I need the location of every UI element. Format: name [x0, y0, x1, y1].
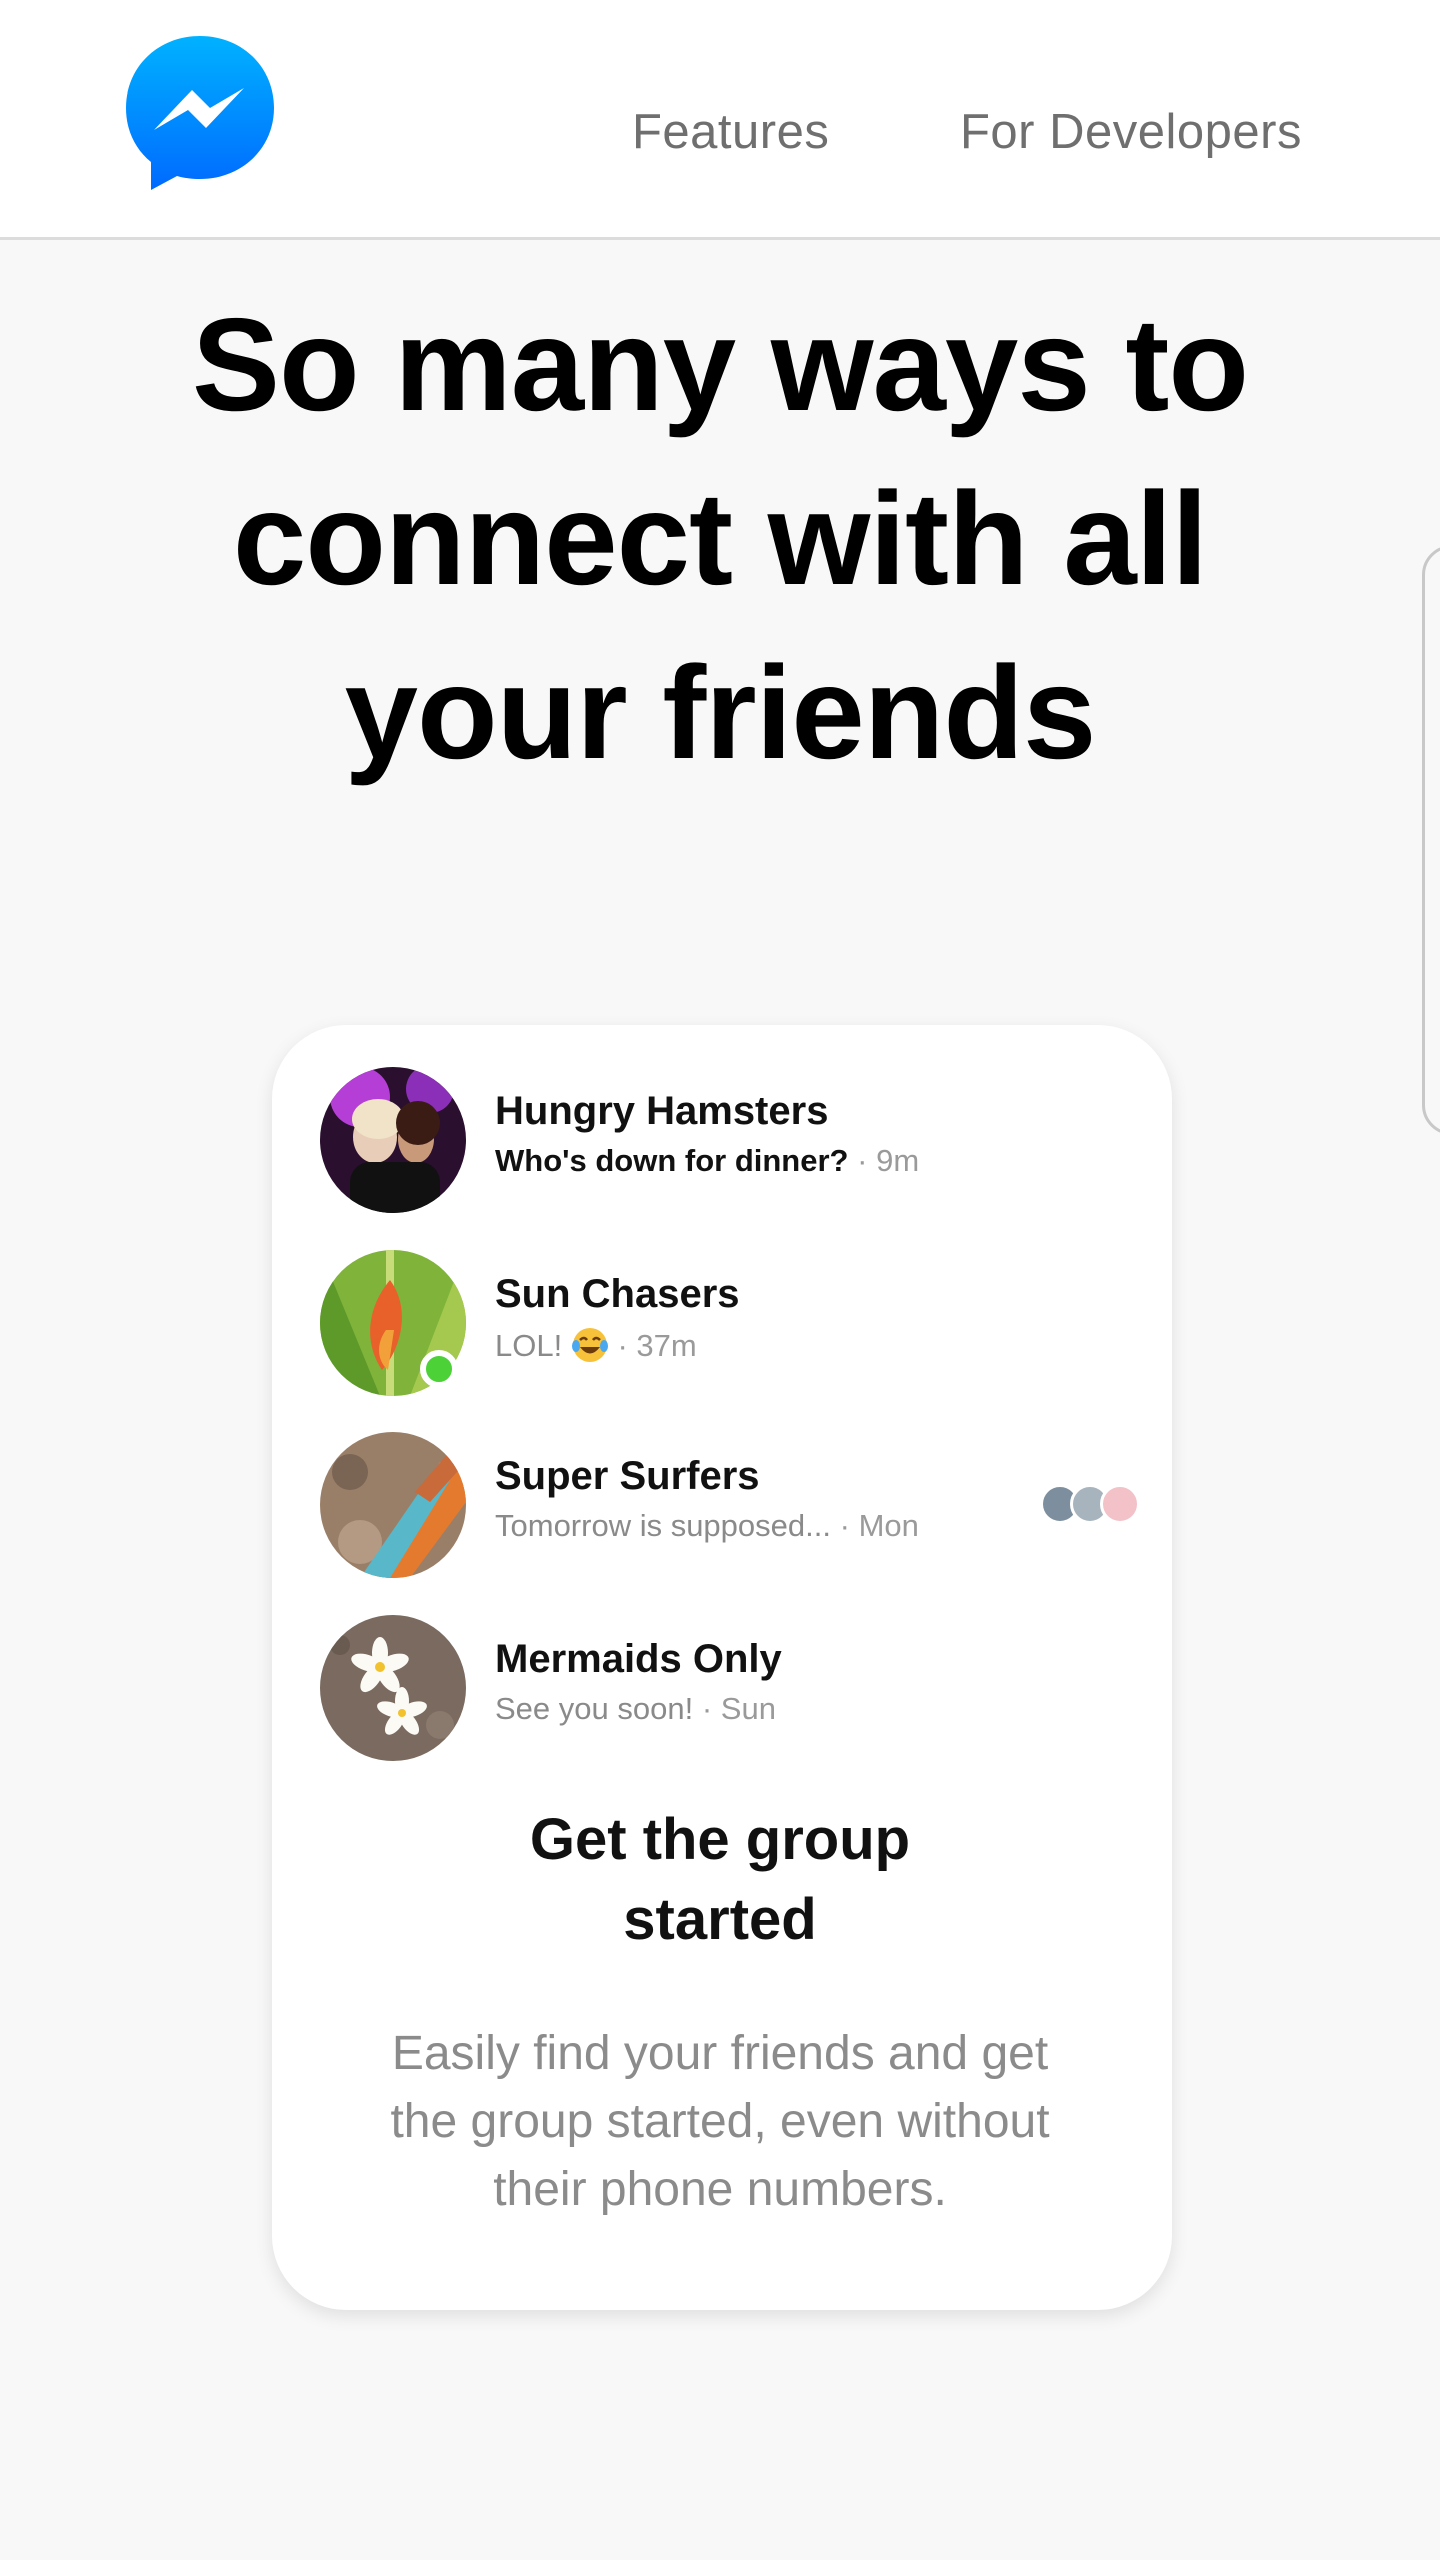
- read-receipt-avatar: [1100, 1484, 1140, 1524]
- thread-name: Hungry Hamsters: [495, 1089, 829, 1133]
- thread-time: 37m: [636, 1328, 697, 1363]
- thread-snippet: LOL!: [495, 1328, 563, 1363]
- thread-preview: LOL! · 37m: [495, 1326, 697, 1364]
- thread-item-mermaids-only[interactable]: Mermaids Only See you soon! · Sun: [320, 1615, 1140, 1763]
- hero-title-line: So many ways to: [191, 291, 1249, 438]
- feature-heading: Get the group started: [0, 1800, 1440, 1960]
- hero-title-line: your friends: [344, 639, 1097, 786]
- group-avatar: [320, 1067, 466, 1213]
- group-avatar: [320, 1432, 466, 1578]
- thread-name: Mermaids Only: [495, 1637, 782, 1681]
- feature-description: Easily find your friends and get the gro…: [330, 2020, 1110, 2224]
- hero-title: So many ways to connect with all your fr…: [0, 278, 1440, 800]
- nav-features-link[interactable]: Features: [632, 104, 829, 160]
- group-avatar: [320, 1615, 466, 1761]
- thread-item-super-surfers[interactable]: Super Surfers Tomorrow is supposed... · …: [320, 1432, 1140, 1580]
- feature-description-line: their phone numbers.: [493, 2163, 947, 2216]
- feature-heading-line: Get the group: [529, 1807, 911, 1872]
- hero-title-line: connect with all: [232, 465, 1208, 612]
- site-header: Features For Developers: [0, 0, 1440, 240]
- online-status-indicator: [420, 1350, 458, 1388]
- separator-dot: ·: [857, 1143, 868, 1178]
- feature-description-line: the group started, even without: [390, 2095, 1050, 2148]
- adjacent-phone-frame: [1422, 545, 1440, 1135]
- thread-name: Sun Chasers: [495, 1272, 740, 1316]
- thread-time: Sun: [720, 1691, 776, 1726]
- separator-dot: ·: [839, 1508, 850, 1543]
- feature-heading-line: started: [623, 1887, 817, 1952]
- feature-description-line: Easily find your friends and get: [391, 2027, 1049, 2080]
- thread-preview: See you soon! · Sun: [495, 1691, 776, 1727]
- messenger-logo-icon[interactable]: [122, 32, 278, 194]
- tears-of-joy-emoji-icon: [571, 1328, 608, 1362]
- thread-snippet: Who's down for dinner?: [495, 1143, 849, 1178]
- thread-preview: Who's down for dinner? · 9m: [495, 1143, 919, 1179]
- thread-item-hungry-hamsters[interactable]: Hungry Hamsters Who's down for dinner? ·…: [320, 1067, 1140, 1215]
- read-receipts: [1040, 1484, 1140, 1524]
- thread-preview: Tomorrow is supposed... · Mon: [495, 1508, 919, 1544]
- separator-dot: ·: [617, 1328, 628, 1363]
- thread-snippet: Tomorrow is supposed...: [495, 1508, 831, 1543]
- thread-time: 9m: [876, 1143, 920, 1178]
- thread-item-sun-chasers[interactable]: Sun Chasers LOL! · 37m: [320, 1250, 1140, 1398]
- separator-dot: ·: [701, 1691, 713, 1726]
- thread-name: Super Surfers: [495, 1454, 760, 1498]
- nav-developers-link[interactable]: For Developers: [960, 104, 1302, 160]
- thread-time: Mon: [858, 1508, 919, 1543]
- thread-snippet: See you soon!: [495, 1691, 694, 1726]
